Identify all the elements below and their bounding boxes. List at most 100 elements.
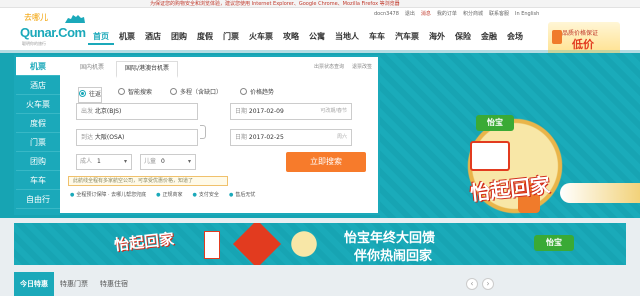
search-category-sidebar: 机票 酒店 火车票 度假 门票 团购 车车 自由行 (16, 57, 60, 213)
depart-date-field[interactable]: 日期 2017-02-09 可改期/春节 (230, 103, 352, 120)
main-nav: 首页 机票 酒店 团购 度假 门票 火车票 攻略 公寓 当地人 车车 汽车票 海… (88, 29, 528, 45)
swap-cities-icon[interactable] (200, 125, 206, 139)
guarantee-payment: 支付安全 (193, 191, 219, 198)
strip-brand-logo: 怡宝 (534, 235, 574, 251)
info-note[interactable]: 此航线全程有多家航空公司，可享受优惠价格，知道了 (68, 176, 228, 186)
next-icon[interactable]: › (482, 278, 494, 290)
radio-roundtrip[interactable]: 往返 (78, 87, 103, 103)
points-link[interactable]: 积分商城 (463, 10, 483, 19)
prev-icon[interactable]: ‹ (466, 278, 478, 290)
return-date-field[interactable]: 日期 2017-02-25 周六 (230, 129, 352, 146)
banner-brand-logo: 怡宝 (476, 115, 514, 131)
children-value: 0 (160, 158, 165, 165)
nav-tickets[interactable]: 门票 (218, 29, 244, 45)
strip-carton (204, 231, 220, 259)
from-label: 出发 (81, 108, 94, 115)
guarantees: 全程预订保障 · 去哪儿帮您兜底 正规商家 支付安全 售后无忧 (70, 191, 255, 198)
header: 去哪儿 Qunar.Com 聪明你的旅行 docn3478 退出 消息 我的订单… (0, 8, 640, 56)
side-tab-flights[interactable]: 机票 (16, 57, 60, 76)
radio-smart-search[interactable]: 智能搜索 (118, 87, 152, 96)
flight-type-tabs: 国内机票 国际/港澳台机票 (72, 61, 179, 78)
strip-line2: 伴你热闹回家 (354, 249, 433, 264)
strip-ring (284, 229, 324, 259)
side-tab-vacation[interactable]: 度假 (16, 114, 60, 133)
return-date-hint: 周六 (336, 134, 347, 140)
nav-flights[interactable]: 机票 (114, 29, 140, 45)
strip-line1: 怡宝年终大回馈 (344, 231, 436, 246)
nav-car[interactable]: 车车 (364, 29, 390, 45)
adults-select[interactable]: 成人 1 ▾ (76, 154, 132, 170)
browser-notice: 为保证您的购物安全和浏览体验，建议您使用 Internet Explorer、G… (150, 1, 400, 7)
nav-guides[interactable]: 攻略 (278, 29, 304, 45)
camel-icon (65, 15, 85, 23)
chevron-down-icon: ▾ (123, 158, 127, 165)
deals-tabs: 今日特惠 特惠门票 特惠住宿 (14, 272, 134, 296)
search-links: 出票状态查询 退票改签 (314, 63, 372, 70)
user-bar: docn3478 退出 消息 我的订单 积分商城 联系客服 In English (374, 10, 539, 19)
guarantee-booking[interactable]: 全程预订保障 · 去哪儿帮您兜底 (70, 191, 146, 198)
tab-stay-deals[interactable]: 特惠住宿 (94, 272, 134, 296)
tab-domestic[interactable]: 国内机票 (72, 61, 112, 78)
flight-search-panel: 机票 酒店 火车票 度假 门票 团购 车车 自由行 国内机票 国际/港澳台机票 … (14, 55, 380, 215)
deals-pager: ‹ › (466, 278, 494, 290)
nav-hotels[interactable]: 酒店 (140, 29, 166, 45)
logout-link[interactable]: 退出 (405, 10, 415, 19)
children-label: 儿童 (144, 158, 157, 165)
shopping-bag-icon (552, 30, 562, 44)
return-date-label: 日期 (235, 134, 248, 141)
adults-value: 1 (96, 158, 101, 165)
tab-ticket-deals[interactable]: 特惠门票 (54, 272, 94, 296)
banner-water-bottle (470, 141, 510, 171)
banner-train (560, 183, 640, 203)
messages-link[interactable]: 消息 (421, 10, 431, 19)
side-tab-groupbuy[interactable]: 团购 (16, 152, 60, 171)
nav-overseas[interactable]: 海外 (424, 29, 450, 45)
radio-price-trend[interactable]: 价格趋势 (240, 87, 274, 96)
side-tab-car[interactable]: 车车 (16, 171, 60, 190)
nav-apartments[interactable]: 公寓 (304, 29, 330, 45)
guarantee-merchant: 正规商家 (156, 191, 183, 198)
from-city-field[interactable]: 出发 北京(BJS) (76, 103, 198, 120)
ad-strip[interactable]: 怡起回家 怡宝年终大回馈 伴你热闹回家 怡宝 (14, 223, 626, 265)
help-link[interactable]: 联系客服 (489, 10, 509, 19)
tab-international[interactable]: 国际/港澳台机票 (116, 61, 179, 78)
nav-groupbuy[interactable]: 团购 (166, 29, 192, 45)
nav-insurance[interactable]: 保险 (450, 29, 476, 45)
side-tab-tickets[interactable]: 门票 (16, 133, 60, 152)
guarantee-aftersale: 售后无忧 (229, 191, 255, 198)
depart-date-value: 2017-02-09 (248, 108, 284, 115)
depart-date-hint: 可改期/春节 (320, 108, 347, 114)
side-tab-hotels[interactable]: 酒店 (16, 76, 60, 95)
logo-en: Qunar.Com (20, 25, 86, 40)
nav-home[interactable]: 首页 (88, 29, 114, 45)
to-label: 到达 (81, 134, 94, 141)
depart-date-label: 日期 (235, 108, 248, 115)
chevron-down-icon: ▾ (187, 158, 191, 165)
nav-locals[interactable]: 当地人 (330, 29, 364, 45)
radio-multicity[interactable]: 多程（含缺口） (170, 87, 222, 96)
logo-slogan: 聪明你的旅行 (22, 41, 46, 46)
nav-bus[interactable]: 汽车票 (390, 29, 424, 45)
adults-label: 成人 (80, 158, 93, 165)
my-orders-link[interactable]: 我的订单 (437, 10, 457, 19)
english-link[interactable]: In English (515, 10, 539, 19)
qunar-logo[interactable]: 去哪儿 Qunar.Com 聪明你的旅行 (20, 12, 90, 48)
top-notice-bar: 为保证您的购物安全和浏览体验，建议您使用 Internet Explorer、G… (0, 0, 640, 8)
return-date-value: 2017-02-25 (248, 134, 284, 141)
user-name[interactable]: docn3478 (374, 10, 399, 19)
tab-today-deals[interactable]: 今日特惠 (14, 272, 54, 296)
side-tab-freetravel[interactable]: 自由行 (16, 190, 60, 209)
nav-vacation[interactable]: 度假 (192, 29, 218, 45)
children-select[interactable]: 儿童 0 ▾ (140, 154, 196, 170)
ticket-status-link[interactable]: 出票状态查询 (314, 63, 344, 70)
from-value: 北京(BJS) (94, 108, 122, 115)
to-value: 大阪(OSA) (94, 134, 125, 141)
to-city-field[interactable]: 到达 大阪(OSA) (76, 129, 198, 146)
nav-venue[interactable]: 会场 (502, 29, 528, 45)
search-button[interactable]: 立即搜索 (286, 152, 366, 172)
nav-finance[interactable]: 金融 (476, 29, 502, 45)
trip-type-radios: 单程 往返 智能搜索 多程（含缺口） 价格趋势 (78, 87, 274, 103)
side-tab-train[interactable]: 火车票 (16, 95, 60, 114)
nav-train[interactable]: 火车票 (244, 29, 278, 45)
refund-change-link[interactable]: 退票改签 (352, 63, 372, 70)
